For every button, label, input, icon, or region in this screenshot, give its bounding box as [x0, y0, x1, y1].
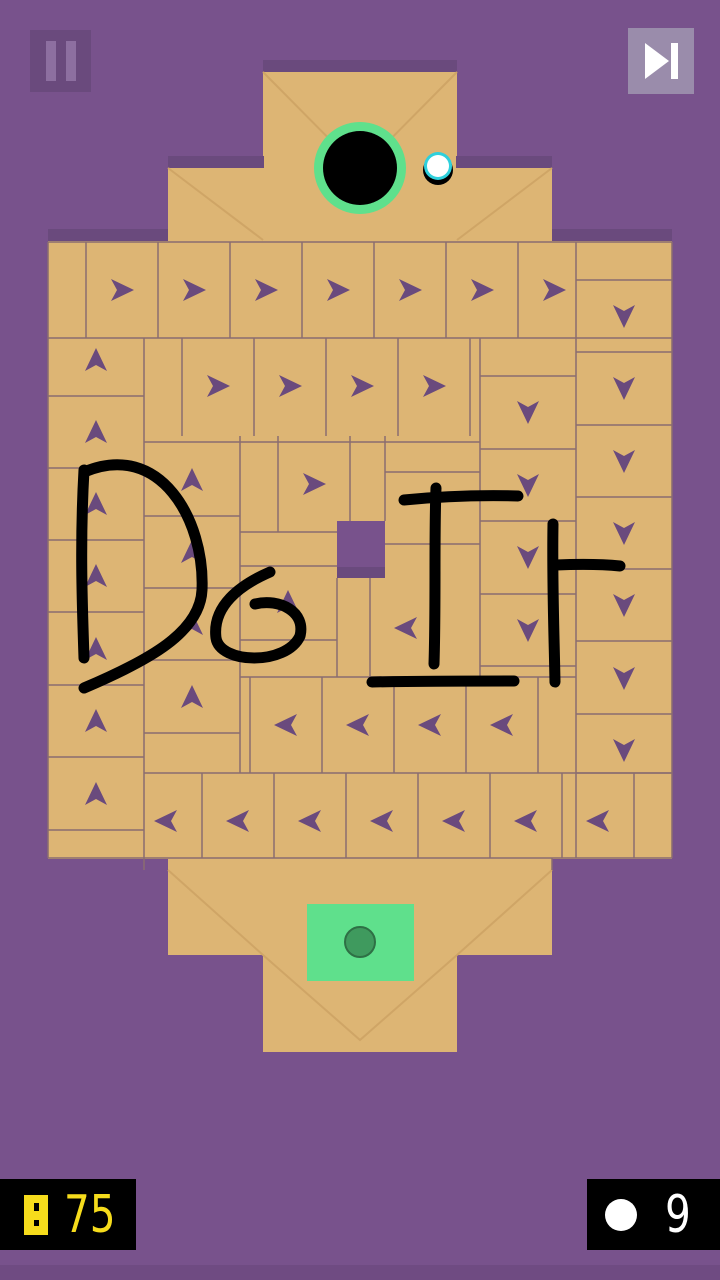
pause-button[interactable] [30, 30, 91, 92]
hole-icon [314, 122, 406, 214]
ball-counter: 9 [587, 1179, 720, 1250]
ball[interactable] [423, 152, 453, 185]
coin-icon [24, 1194, 48, 1235]
skip-level-icon [645, 43, 678, 79]
target-pad-icon[interactable] [307, 904, 414, 981]
pause-icon [45, 41, 56, 81]
game-board[interactable] [0, 0, 720, 1280]
coin-count: 75 [64, 1184, 116, 1245]
skip-level-button[interactable] [628, 28, 694, 94]
bottom-edge [0, 1265, 720, 1280]
coin-counter: 75 [0, 1179, 136, 1250]
ball-icon [605, 1198, 637, 1231]
ball-count: 9 [665, 1184, 691, 1245]
